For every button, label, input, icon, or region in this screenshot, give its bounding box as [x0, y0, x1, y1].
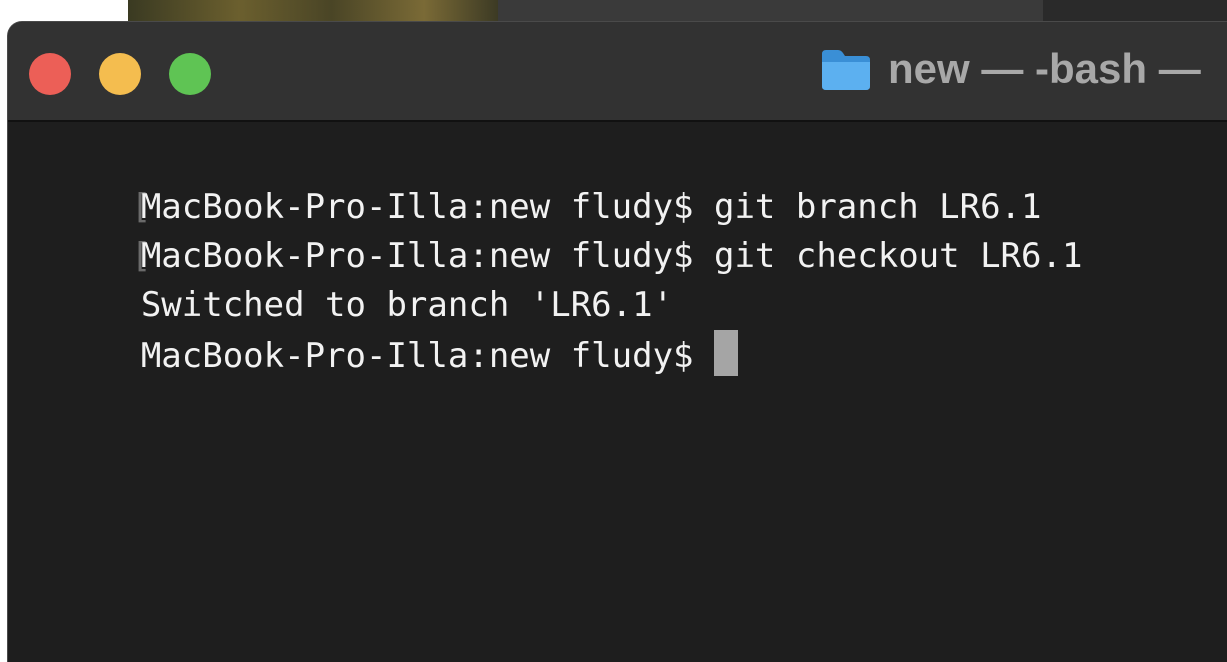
- minimize-button[interactable]: [99, 53, 141, 95]
- zoom-button[interactable]: [169, 53, 211, 95]
- terminal-prompt-line[interactable]: MacBook-Pro-Illa:new fludy$: [8, 281, 1227, 376]
- background-window-image: [128, 0, 498, 22]
- terminal-window: new — -bash — [MacBook-Pro-Illa:new flud…: [8, 22, 1227, 662]
- terminal-prompt: MacBook-Pro-Illa:new fludy$: [140, 336, 694, 376]
- close-button[interactable]: [29, 53, 71, 95]
- terminal-line: [MacBook-Pro-Illa:new fludy$ git checkou…: [8, 183, 1227, 276]
- window-title: new — -bash —: [888, 45, 1201, 92]
- text-cursor: [713, 330, 738, 376]
- folder-icon: [820, 46, 872, 92]
- background-window: [498, 0, 1043, 22]
- window-titlebar[interactable]: new — -bash —: [8, 22, 1227, 122]
- window-title-area: new — -bash —: [820, 44, 1201, 94]
- terminal-output[interactable]: [MacBook-Pro-Illa:new fludy$ git branch …: [8, 122, 1227, 376]
- background-window-right: [1043, 0, 1227, 22]
- terminal-line: [MacBook-Pro-Illa:new fludy$ git branch …: [8, 134, 1227, 227]
- terminal-line: Switched to branch 'LR6.1': [8, 232, 1227, 325]
